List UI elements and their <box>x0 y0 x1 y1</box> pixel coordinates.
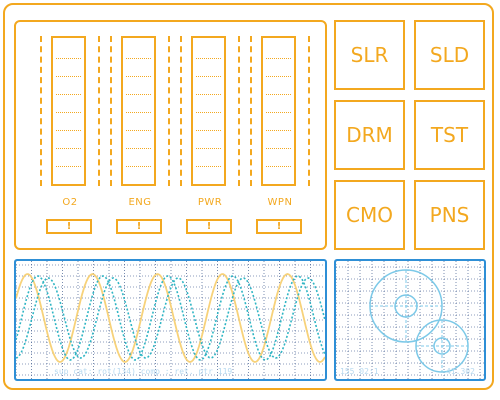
gauge-segment <box>126 130 151 131</box>
gauge-segment <box>266 94 291 95</box>
gauge-eng: ENG ! <box>110 36 170 236</box>
gauge-segment <box>126 94 151 95</box>
oscilloscope-readout: sup cat: rot(134) comp : ret. ptr 119 <box>54 367 233 376</box>
gauge-segment <box>56 112 81 113</box>
cmo-button[interactable]: CMO <box>334 180 405 250</box>
gauge-rail <box>238 36 240 186</box>
gauge-o2: O2 ! <box>40 36 100 236</box>
gauge-bar <box>261 36 296 186</box>
gauge-segment <box>56 94 81 95</box>
gauge-segment <box>56 58 81 59</box>
gauge-label: O2 <box>62 197 78 208</box>
gauge-rail <box>98 36 100 186</box>
gauge-bar <box>51 36 86 186</box>
gauge-segment <box>126 58 151 59</box>
gauge-alert-button[interactable]: ! <box>256 219 302 234</box>
gauge-segment <box>56 76 81 77</box>
gauge-rail <box>110 36 112 186</box>
gauge-segment <box>196 130 221 131</box>
gauge-label: WPN <box>267 197 293 208</box>
tst-button[interactable]: TST <box>414 100 485 170</box>
gauge-alert-button[interactable]: ! <box>46 219 92 234</box>
gauge-segment <box>266 58 291 59</box>
slr-button[interactable]: SLR <box>334 20 405 90</box>
oscilloscope: sup cat: rot(134) comp : ret. ptr 119 <box>14 259 327 381</box>
gauge-segment <box>126 148 151 149</box>
gauge-segment <box>196 76 221 77</box>
gauge-pwr: PWR ! <box>180 36 240 236</box>
gauge-segment <box>196 148 221 149</box>
gauge-panel: O2 ! ENG ! PWR ! WPN ! <box>14 20 327 250</box>
gauge-segment <box>56 148 81 149</box>
gauge-segment <box>196 94 221 95</box>
gauge-bar <box>191 36 226 186</box>
gauge-alert-button[interactable]: ! <box>116 219 162 234</box>
gauge-rail <box>250 36 252 186</box>
gauge-label: ENG <box>128 197 152 208</box>
gauge-segment <box>266 130 291 131</box>
radar-readout-right: 41.302 <box>446 367 475 376</box>
gauge-label: PWR <box>197 197 223 208</box>
gauge-rail <box>40 36 42 186</box>
pns-button[interactable]: PNS <box>414 180 485 250</box>
gauge-segment <box>266 76 291 77</box>
gauge-segment <box>196 58 221 59</box>
gauge-segment <box>266 166 291 167</box>
radar-display <box>336 261 484 379</box>
gauge-rail <box>180 36 182 186</box>
drm-button[interactable]: DRM <box>334 100 405 170</box>
gauge-segment <box>126 76 151 77</box>
gauge-segment <box>196 166 221 167</box>
gauge-rail <box>308 36 310 186</box>
radar: 155 02:1 41.302 <box>334 259 486 381</box>
gauge-wpn: WPN ! <box>250 36 310 236</box>
radar-readout-left: 155 02:1 <box>340 367 379 376</box>
gauge-segment <box>196 112 221 113</box>
gauge-segment <box>56 130 81 131</box>
sld-button[interactable]: SLD <box>414 20 485 90</box>
gauge-bar <box>121 36 156 186</box>
gauge-segment <box>126 112 151 113</box>
gauge-segment <box>126 166 151 167</box>
gauge-segment <box>56 166 81 167</box>
gauge-alert-button[interactable]: ! <box>186 219 232 234</box>
gauge-rail <box>168 36 170 186</box>
gauge-segment <box>266 112 291 113</box>
gauge-segment <box>266 148 291 149</box>
oscilloscope-display <box>16 261 325 379</box>
